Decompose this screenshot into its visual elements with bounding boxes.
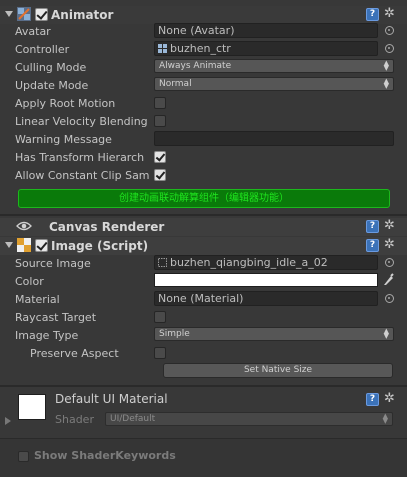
field-label: Has Transform Hierarch xyxy=(15,151,145,164)
gear-icon[interactable]: ✲ xyxy=(384,218,395,233)
object-picker-icon[interactable] xyxy=(385,294,394,303)
material-title: Default UI Material xyxy=(55,392,168,406)
field-label: Allow Constant Clip Sam xyxy=(15,169,150,182)
field-label: Update Mode xyxy=(15,79,89,92)
field-value: None (Avatar) xyxy=(158,24,235,37)
dropdown-value: Normal xyxy=(159,79,192,89)
component-title: Animator xyxy=(51,8,114,22)
apply-root-motion-row: Apply Root Motion xyxy=(0,94,407,112)
object-picker-icon[interactable] xyxy=(385,258,394,267)
field-label: Avatar xyxy=(15,25,51,38)
warning-message-field[interactable] xyxy=(154,131,394,146)
field-label: Image Type xyxy=(15,329,79,342)
set-native-size-button[interactable]: Set Native Size xyxy=(163,363,393,378)
has-transform-hierarchy-checkbox[interactable] xyxy=(154,151,166,163)
animator-enabled-checkbox[interactable] xyxy=(35,8,48,21)
field-label: Warning Message xyxy=(15,133,112,146)
object-picker-icon[interactable] xyxy=(385,44,394,53)
field-label: Culling Mode xyxy=(15,61,87,74)
eye-icon xyxy=(16,221,32,231)
avatar-field[interactable]: None (Avatar) xyxy=(154,23,378,38)
gear-icon[interactable]: ✲ xyxy=(384,6,395,21)
shader-label: Shader xyxy=(55,413,94,426)
culling-mode-dropdown[interactable]: Always Animate ▲ ▼ xyxy=(154,59,394,73)
sprite-icon xyxy=(158,258,167,267)
color-row: Color xyxy=(0,272,407,290)
material-row: Material None (Material) xyxy=(0,290,407,308)
image-enabled-checkbox[interactable] xyxy=(35,239,48,252)
image-type-dropdown[interactable]: Simple ▲ ▼ xyxy=(154,327,394,341)
update-mode-dropdown[interactable]: Normal ▲ ▼ xyxy=(154,77,394,91)
show-shader-keywords-checkbox[interactable] xyxy=(18,451,29,462)
image-script-header[interactable]: Image (Script) ? ✲ xyxy=(0,237,407,255)
create-animation-solver-button[interactable]: 创建动画联动解算组件（编辑器功能） xyxy=(18,189,390,208)
preserve-aspect-checkbox[interactable] xyxy=(154,347,166,359)
image-component-icon xyxy=(17,238,31,252)
dropdown-value: Simple xyxy=(159,329,190,339)
help-icon[interactable]: ? xyxy=(366,393,379,406)
field-label: Material xyxy=(15,293,60,306)
field-label: Preserve Aspect xyxy=(30,347,119,360)
linear-velocity-blending-row: Linear Velocity Blending xyxy=(0,112,407,130)
field-value: buzhen_ctr xyxy=(170,42,231,55)
color-swatch[interactable] xyxy=(154,273,378,287)
controller-row: Controller buzhen_ctr xyxy=(0,40,407,58)
field-label: Source Image xyxy=(15,257,91,270)
preserve-aspect-row: Preserve Aspect xyxy=(0,344,407,362)
field-label: Color xyxy=(15,275,44,288)
gear-icon[interactable]: ✲ xyxy=(384,237,395,252)
help-icon[interactable]: ? xyxy=(366,239,379,252)
field-label: Raycast Target xyxy=(15,311,97,324)
allow-constant-clip-row: Allow Constant Clip Sam xyxy=(0,166,407,184)
controller-field[interactable]: buzhen_ctr xyxy=(154,41,378,56)
section-divider xyxy=(0,385,407,387)
gear-icon[interactable]: ✲ xyxy=(384,391,395,406)
dropdown-arrows-icon: ▲ ▼ xyxy=(383,77,389,90)
foldout-arrow-icon[interactable] xyxy=(5,242,13,248)
has-transform-hierarchy-row: Has Transform Hierarch xyxy=(0,148,407,166)
field-label: Apply Root Motion xyxy=(15,97,116,110)
avatar-row: Avatar None (Avatar) xyxy=(0,22,407,40)
field-value: buzhen_qiangbing_idle_a_02 xyxy=(170,256,328,269)
linear-velocity-blending-checkbox[interactable] xyxy=(154,115,166,127)
material-field[interactable]: None (Material) xyxy=(154,291,378,306)
dropdown-value: UI/Default xyxy=(110,414,156,424)
foldout-arrow-icon[interactable] xyxy=(5,417,11,425)
show-shader-keywords-label: Show ShaderKeywords xyxy=(34,449,176,462)
field-label: Linear Velocity Blending xyxy=(15,115,148,128)
component-title: Canvas Renderer xyxy=(49,220,165,234)
dropdown-arrows-icon: ▲ ▼ xyxy=(383,327,389,340)
material-preview-thumbnail[interactable] xyxy=(18,394,46,420)
dropdown-arrows-icon: ▲ ▼ xyxy=(383,59,389,72)
image-type-row: Image Type Simple ▲ ▼ xyxy=(0,326,407,344)
update-mode-row: Update Mode Normal ▲ ▼ xyxy=(0,76,407,94)
field-value: None (Material) xyxy=(158,292,244,305)
source-image-row: Source Image buzhen_qiangbing_idle_a_02 xyxy=(0,254,407,272)
allow-constant-clip-checkbox[interactable] xyxy=(154,169,166,181)
canvas-renderer-header[interactable]: Canvas Renderer ? ✲ xyxy=(0,218,407,236)
eyedropper-icon[interactable] xyxy=(383,273,394,289)
warning-message-row: Warning Message xyxy=(0,130,407,148)
shader-dropdown[interactable]: UI/Default ▲ ▼ xyxy=(105,412,393,426)
source-image-field[interactable]: buzhen_qiangbing_idle_a_02 xyxy=(154,255,378,270)
help-icon[interactable]: ? xyxy=(366,220,379,233)
section-divider xyxy=(0,214,407,216)
help-icon[interactable]: ? xyxy=(366,8,379,21)
object-picker-icon[interactable] xyxy=(385,26,394,35)
component-title: Image (Script) xyxy=(51,239,149,253)
field-label: Controller xyxy=(15,43,70,56)
dropdown-value: Always Animate xyxy=(159,61,232,71)
dropdown-arrows-icon: ▲ ▼ xyxy=(382,412,388,425)
animator-icon xyxy=(17,7,31,21)
raycast-target-row: Raycast Target xyxy=(0,308,407,326)
apply-root-motion-checkbox[interactable] xyxy=(154,97,166,109)
foldout-arrow-icon[interactable] xyxy=(5,11,13,17)
animator-controller-icon xyxy=(158,44,167,53)
raycast-target-checkbox[interactable] xyxy=(154,311,166,323)
culling-mode-row: Culling Mode Always Animate ▲ ▼ xyxy=(0,58,407,76)
